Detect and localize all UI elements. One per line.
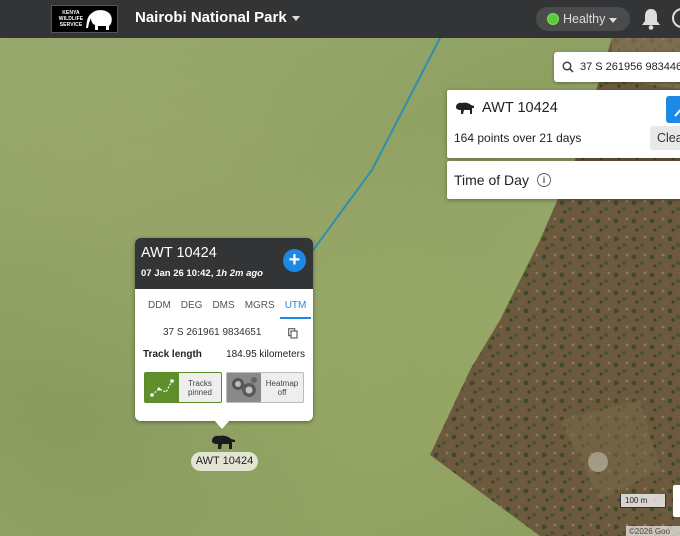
popup-title: AWT 10424 [141,245,217,261]
bell-icon[interactable] [641,8,661,30]
copy-icon[interactable] [288,328,298,339]
map-scale: 100 m [620,494,666,508]
track-length-value: 184.95 kilometers [226,349,305,360]
clear-button[interactable]: Clea [650,126,680,150]
tab-deg[interactable]: DEG [176,300,208,319]
tracks-toggle-label: Tracks pinned [187,378,213,397]
animal-popup: AWT 10424 07 Jan 26 10:42, 1h 2m ago + D… [135,238,313,421]
popup-header: AWT 10424 07 Jan 26 10:42, 1h 2m ago + [135,238,313,289]
status-indicator-icon [547,13,559,25]
park-title: Nairobi National Park [135,9,287,26]
add-button[interactable]: + [283,249,306,272]
chevron-down-icon [609,17,618,23]
user-avatar-icon[interactable] [672,8,680,28]
animal-action-button[interactable] [666,96,680,123]
marker-label[interactable]: AWT 10424 [191,452,258,471]
map-control[interactable] [673,485,680,517]
popup-timestamp: 07 Jan 26 10:42, 1h 2m ago [141,268,263,279]
tab-ddm[interactable]: DDM [143,300,176,319]
coordinate-search[interactable] [554,52,680,82]
track-length-row: Track length 184.95 kilometers [143,349,305,360]
info-icon[interactable]: i [536,173,551,187]
track-length-label: Track length [143,349,202,360]
tab-utm[interactable]: UTM [279,300,312,319]
track-summary: 164 points over 21 days [454,131,582,145]
kws-logo[interactable]: KENYA WILDLIFE SERVICE [51,5,118,33]
elephant-icon [86,10,112,30]
coordinate-value: 37 S 261961 9834651 [163,327,262,338]
status-label: Healthy [563,12,606,26]
heatmap-icon [227,373,261,402]
time-ago: 1h 2m ago [216,268,263,279]
timestamp-value: 07 Jan 26 10:42, [141,268,214,279]
magic-wand-icon [674,109,680,117]
lion-marker-icon[interactable] [210,434,236,450]
heatmap-toggle[interactable]: Heatmap off [226,372,304,403]
layer-toggles: Tracks pinned Heatmap off [144,372,304,403]
tracks-icon [145,373,179,402]
animal-header: AWT 10424 [455,100,558,116]
lion-icon [456,102,474,114]
heatmap-toggle-label: Heatmap off [265,378,299,397]
logo-text: KENYA WILDLIFE SERVICE [58,10,84,28]
map-attribution: ©2026 Goo [626,526,680,536]
animal-name: AWT 10424 [482,100,558,116]
search-icon [562,61,574,73]
popup-body: DDM DEG DMS MGRS UTM 37 S 261961 9834651… [135,289,313,421]
chevron-down-icon [291,16,300,21]
top-app-bar: KENYA WILDLIFE SERVICE Nairobi National … [0,0,680,38]
time-of-day-panel[interactable]: Time of Day i [447,161,680,199]
animal-track-panel: AWT 10424 164 points over 21 days Clea [447,90,680,158]
system-status-dropdown[interactable]: Healthy [536,7,630,31]
tab-dms[interactable]: DMS [207,300,239,319]
popup-pointer [214,420,230,429]
park-selector[interactable]: Nairobi National Park [135,9,300,26]
time-of-day-label: Time of Day [454,172,529,188]
tab-mgrs[interactable]: MGRS [240,300,280,319]
tracks-toggle[interactable]: Tracks pinned [144,372,222,403]
search-input[interactable] [580,61,680,73]
coordinate-format-tabs: DDM DEG DMS MGRS UTM [143,300,312,319]
